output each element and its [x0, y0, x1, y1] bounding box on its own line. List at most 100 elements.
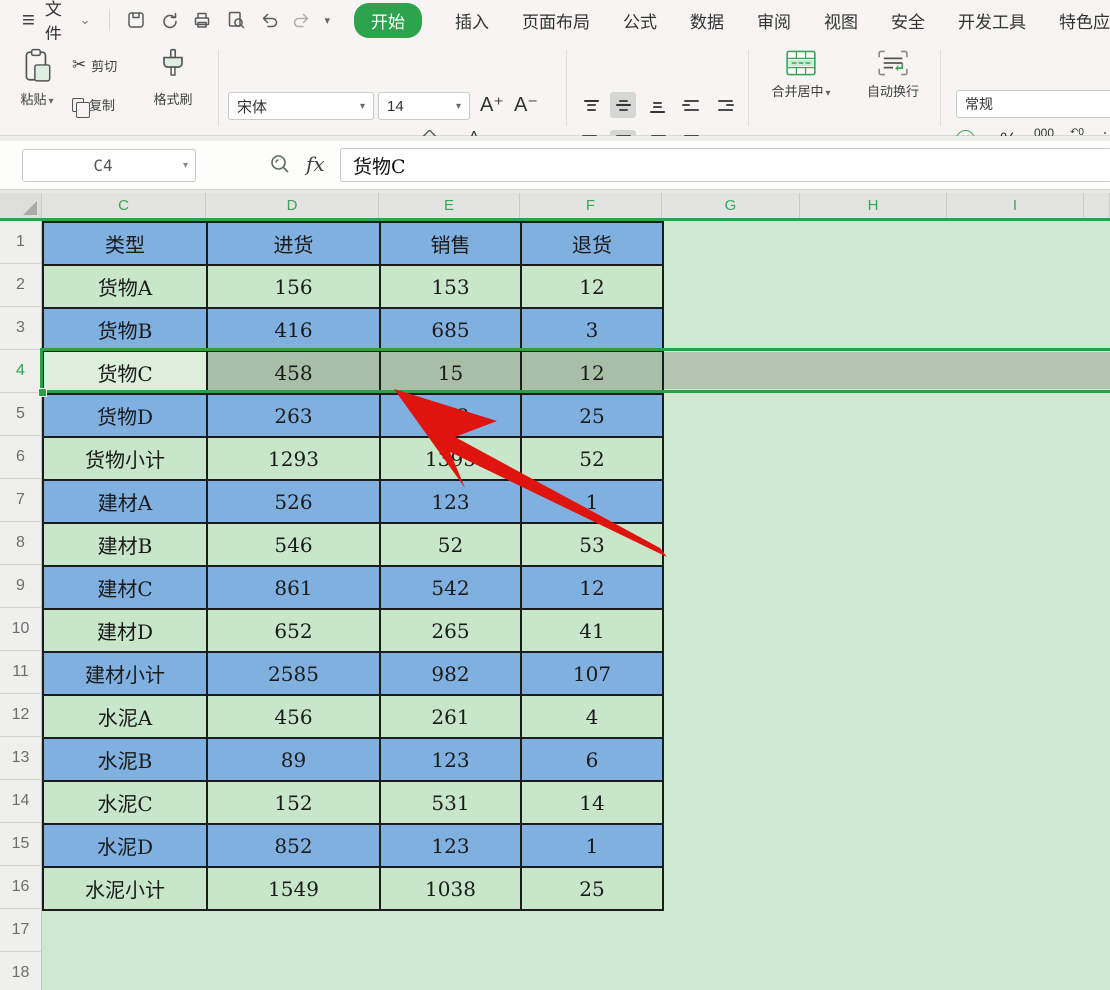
- copy-button[interactable]: 复制: [72, 95, 115, 114]
- redo-icon[interactable]: [288, 7, 315, 33]
- font-name-select[interactable]: 宋体 ▾: [228, 92, 374, 120]
- cell-C1[interactable]: 类型: [44, 223, 208, 266]
- row-header-4[interactable]: 4: [0, 350, 42, 393]
- wrap-text-button[interactable]: 自动换行: [856, 50, 930, 101]
- search-icon[interactable]: [268, 152, 292, 181]
- selection-fill-handle[interactable]: [38, 388, 47, 397]
- cell-E9[interactable]: 542: [381, 567, 522, 610]
- row-header-8[interactable]: 8: [0, 522, 42, 565]
- cell-F5[interactable]: 25: [522, 395, 664, 438]
- cell-E3[interactable]: 685: [381, 309, 522, 352]
- cell-F4[interactable]: 12: [522, 352, 664, 395]
- tab-data[interactable]: 数据: [690, 8, 724, 33]
- align-top-button[interactable]: [578, 92, 604, 118]
- cell-D14[interactable]: 152: [208, 782, 381, 825]
- cell-E8[interactable]: 52: [381, 524, 522, 567]
- quickbar-caret-icon[interactable]: ▾: [324, 14, 330, 27]
- row-header-13[interactable]: 13: [0, 737, 42, 780]
- tab-formulas[interactable]: 公式: [623, 8, 657, 33]
- cell-F15[interactable]: 1: [522, 825, 664, 868]
- cell-E6[interactable]: 1395: [381, 438, 522, 481]
- row-header-5[interactable]: 5: [0, 393, 42, 436]
- col-header-E[interactable]: E: [379, 193, 520, 218]
- col-header-C[interactable]: C: [42, 193, 206, 218]
- format-painter-button[interactable]: 格式刷: [145, 48, 201, 109]
- font-size-select[interactable]: 14 ▾: [378, 92, 470, 120]
- cut-button[interactable]: ✂ 剪切: [72, 55, 117, 75]
- cell-F9[interactable]: 12: [522, 567, 664, 610]
- row-header-7[interactable]: 7: [0, 479, 42, 522]
- row-header-10[interactable]: 10: [0, 608, 42, 651]
- cell-D6[interactable]: 1293: [208, 438, 381, 481]
- increase-indent-button[interactable]: [712, 92, 738, 118]
- save-icon[interactable]: [122, 7, 149, 33]
- cell-F2[interactable]: 12: [522, 266, 664, 309]
- cell-D1[interactable]: 进货: [208, 223, 381, 266]
- row-header-15[interactable]: 15: [0, 823, 42, 866]
- tab-home[interactable]: 开始: [354, 3, 422, 38]
- cell-C11[interactable]: 建材小计: [44, 653, 208, 696]
- tab-developer[interactable]: 开发工具: [958, 8, 1026, 33]
- select-all-corner[interactable]: [0, 193, 42, 218]
- cell-E11[interactable]: 982: [381, 653, 522, 696]
- undo-icon[interactable]: [255, 7, 282, 33]
- cell-C9[interactable]: 建材C: [44, 567, 208, 610]
- cell-F11[interactable]: 107: [522, 653, 664, 696]
- sheet-area[interactable]: C D E F G H I 1 2 3 4 5 6 7 8 9 10 11 12…: [0, 193, 1110, 990]
- cell-C4-active[interactable]: 货物C: [44, 352, 208, 395]
- col-header-D[interactable]: D: [206, 193, 379, 218]
- print-preview-icon[interactable]: [222, 7, 249, 33]
- row-header-9[interactable]: 9: [0, 565, 42, 608]
- print-icon[interactable]: [189, 7, 216, 33]
- cell-D10[interactable]: 652: [208, 610, 381, 653]
- align-bottom-button[interactable]: [644, 94, 670, 120]
- decrease-indent-button[interactable]: [678, 92, 704, 118]
- cell-C5[interactable]: 货物D: [44, 395, 208, 438]
- row-header-16[interactable]: 16: [0, 866, 42, 909]
- name-box[interactable]: C4 ▾: [22, 149, 196, 182]
- cell-E12[interactable]: 261: [381, 696, 522, 739]
- row-header-17[interactable]: 17: [0, 909, 42, 952]
- cell-F7[interactable]: 1: [522, 481, 664, 524]
- tab-page-layout[interactable]: 页面布局: [522, 8, 590, 33]
- cell-E7[interactable]: 123: [381, 481, 522, 524]
- cell-C8[interactable]: 建材B: [44, 524, 208, 567]
- cell-C13[interactable]: 水泥B: [44, 739, 208, 782]
- cell-D9[interactable]: 861: [208, 567, 381, 610]
- formula-input[interactable]: 货物C: [340, 148, 1110, 182]
- number-format-select[interactable]: 常规: [956, 90, 1110, 118]
- tab-insert[interactable]: 插入: [455, 8, 489, 33]
- cell-D4[interactable]: 458: [208, 352, 381, 395]
- cell-C2[interactable]: 货物A: [44, 266, 208, 309]
- cell-E5[interactable]: 542: [381, 395, 522, 438]
- cell-E1[interactable]: 销售: [381, 223, 522, 266]
- align-middle-button[interactable]: [610, 92, 636, 118]
- cell-C16[interactable]: 水泥小计: [44, 868, 208, 911]
- col-header-F[interactable]: F: [520, 193, 662, 218]
- file-chevron-icon[interactable]: ⌄: [80, 12, 91, 28]
- cell-F14[interactable]: 14: [522, 782, 664, 825]
- tab-special-apps[interactable]: 特色应: [1059, 8, 1110, 33]
- cell-D8[interactable]: 546: [208, 524, 381, 567]
- cell-C7[interactable]: 建材A: [44, 481, 208, 524]
- decrease-font-button[interactable]: A⁻: [514, 92, 538, 117]
- cell-D12[interactable]: 456: [208, 696, 381, 739]
- row-header-18[interactable]: 18: [0, 952, 42, 990]
- row-header-2[interactable]: 2: [0, 264, 42, 307]
- row-header-14[interactable]: 14: [0, 780, 42, 823]
- cell-C3[interactable]: 货物B: [44, 309, 208, 352]
- cell-E10[interactable]: 265: [381, 610, 522, 653]
- cell-D15[interactable]: 852: [208, 825, 381, 868]
- cell-D11[interactable]: 2585: [208, 653, 381, 696]
- merge-center-button[interactable]: 合并居中▾: [762, 50, 840, 101]
- cell-E13[interactable]: 123: [381, 739, 522, 782]
- cell-F12[interactable]: 4: [522, 696, 664, 739]
- row-header-11[interactable]: 11: [0, 651, 42, 694]
- tab-review[interactable]: 审阅: [757, 8, 791, 33]
- cell-C10[interactable]: 建材D: [44, 610, 208, 653]
- row-header-1[interactable]: 1: [0, 221, 42, 264]
- row-header-3[interactable]: 3: [0, 307, 42, 350]
- cell-C12[interactable]: 水泥A: [44, 696, 208, 739]
- export-icon[interactable]: [156, 7, 183, 33]
- increase-font-button[interactable]: A⁺: [480, 92, 504, 117]
